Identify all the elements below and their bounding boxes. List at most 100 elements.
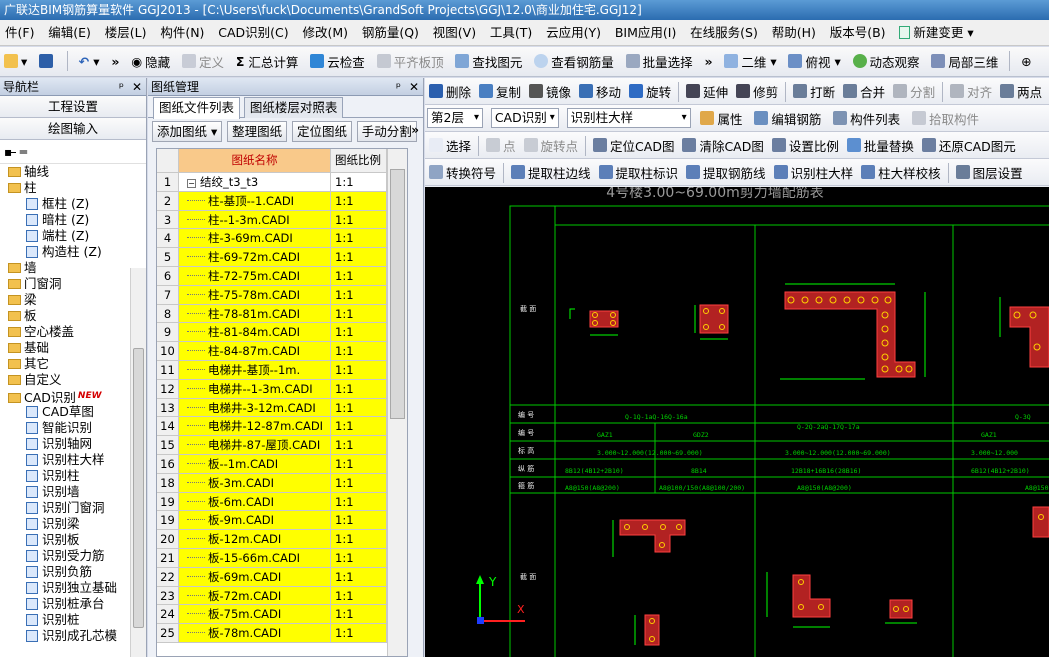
tree-item[interactable]: 识别板 <box>0 532 146 548</box>
menu-file[interactable]: 件(F) <box>0 20 39 45</box>
move-button[interactable]: 移动 <box>575 78 625 104</box>
copy-button[interactable]: 复制 <box>475 78 525 104</box>
table-row[interactable]: 5 柱-69-72m.CADI 1:1 <box>157 248 407 267</box>
floor-select[interactable]: 第2层 <box>427 108 483 128</box>
drawing-input-button[interactable]: 绘图输入 <box>0 118 146 140</box>
menu-rebar[interactable]: 钢筋量(Q) <box>357 20 424 45</box>
tree-folder[interactable]: 梁 <box>0 292 146 308</box>
menu-edit[interactable]: 编辑(E) <box>43 20 96 45</box>
tree-folder[interactable]: 轴线 <box>0 164 146 180</box>
extract-column-edge-button[interactable]: 提取柱边线 <box>507 159 595 185</box>
tree-item[interactable]: 识别梁 <box>0 516 146 532</box>
table-row[interactable]: 15 电梯井-87-屋顶.CADI 1:1 <box>157 436 407 455</box>
close-icon[interactable]: ✕ <box>132 78 142 95</box>
column-header-scale[interactable]: 图纸比例 <box>331 149 387 172</box>
view-rebar-qty-button[interactable]: 查看钢筋量 <box>530 47 618 75</box>
tree-item[interactable]: 识别墙 <box>0 484 146 500</box>
nav-scrollbar[interactable] <box>130 268 146 657</box>
menu-new-change[interactable]: 新建变更 ▾ <box>894 20 978 45</box>
table-row[interactable]: 11 电梯井-基顶--1m. 1:1 <box>157 360 407 380</box>
edit-rebar-button[interactable]: 编辑钢筋 <box>750 105 825 131</box>
locate-cad-button[interactable]: 定位CAD图 <box>589 132 678 158</box>
local-3d-button[interactable]: 局部三维 <box>927 47 1002 75</box>
table-row[interactable]: 25 板-78m.CADI 1:1 <box>157 624 407 643</box>
delete-button[interactable]: 删除 <box>425 78 475 104</box>
organize-drawing-button[interactable]: 整理图纸 <box>227 121 288 142</box>
tab-drawing-file-list[interactable]: 图纸文件列表 <box>153 97 241 119</box>
properties-button[interactable]: 属性 <box>696 105 746 131</box>
extract-column-label-button[interactable]: 提取柱标识 <box>595 159 683 185</box>
mode-select[interactable]: CAD识别 <box>490 108 559 128</box>
tree-folder[interactable]: CAD识别 NEW <box>0 388 146 405</box>
component-list-button[interactable]: 构件列表 <box>829 105 904 131</box>
table-row[interactable]: 21 板-15-66m.CADI 1:1 <box>157 548 407 568</box>
tree-item[interactable]: 识别受力筋 <box>0 548 146 564</box>
point-button[interactable]: 点 <box>482 132 520 158</box>
two-point-button[interactable]: 两点 <box>996 78 1046 104</box>
tree-item[interactable]: 识别桩 <box>0 612 146 628</box>
summary-calc-button[interactable]: Σ 汇总计算 <box>232 47 303 75</box>
zoom-all-button[interactable]: ⊕ <box>1017 47 1035 75</box>
tree-item[interactable]: 智能识别 <box>0 420 146 436</box>
toolbar-overflow-icon-2[interactable]: » <box>700 47 716 75</box>
clear-cad-button[interactable]: 清除CAD图 <box>678 132 767 158</box>
tree-item[interactable]: 识别桩承台 <box>0 596 146 612</box>
collapse-icon[interactable]: − <box>187 179 196 188</box>
2d-view-button[interactable]: 二维 ▾ <box>720 47 780 75</box>
table-row[interactable]: 19 板-9m.CADI 1:1 <box>157 511 407 531</box>
tree-folder[interactable]: 板 <box>0 308 146 324</box>
align-slab-top-button[interactable]: 平齐板顶 <box>373 47 448 75</box>
select-button[interactable]: 选择 <box>425 132 475 158</box>
table-scrollbar[interactable] <box>387 149 407 656</box>
batch-select-button[interactable]: 批量选择 <box>622 47 697 75</box>
table-row[interactable]: 10 柱-84-87m.CADI 1:1 <box>157 342 407 361</box>
tree-item[interactable]: 识别成孔芯模 <box>0 628 146 644</box>
table-row[interactable]: 6 柱-72-75m.CADI 1:1 <box>157 266 407 286</box>
table-row[interactable]: 24 板-75m.CADI 1:1 <box>157 605 407 625</box>
action-select[interactable]: 识别柱大样 <box>566 108 691 128</box>
dynamic-orbit-button[interactable]: 动态观察 <box>849 47 924 75</box>
tree-item[interactable]: 识别负筋 <box>0 564 146 580</box>
tab-drawing-floor-map[interactable]: 图纸楼层对照表 <box>243 97 344 118</box>
extend-button[interactable]: 延伸 <box>682 78 732 104</box>
convert-symbol-button[interactable]: 转换符号 <box>425 159 500 185</box>
tools-overflow-icon[interactable]: » <box>411 123 419 137</box>
layer-settings-button[interactable]: 图层设置 <box>952 159 1027 185</box>
table-scrollbar-thumb[interactable] <box>390 169 405 419</box>
toolbar-overflow-icon[interactable]: » <box>107 47 123 75</box>
table-row[interactable]: 2 柱-基顶--1.CADI 1:1 <box>157 191 407 211</box>
table-row[interactable]: 20 板-12m.CADI 1:1 <box>157 530 407 549</box>
hide-button[interactable]: ◉ 隐藏 <box>127 47 174 75</box>
batch-replace-button[interactable]: 批量替换 <box>843 132 918 158</box>
tree-folder[interactable]: 自定义 <box>0 372 146 388</box>
find-element-button[interactable]: 查找图元 <box>451 47 526 75</box>
table-row[interactable]: 22 板-69m.CADI 1:1 <box>157 567 407 587</box>
locate-drawing-button[interactable]: 定位图纸 <box>291 121 352 142</box>
tree-item[interactable]: CAD草图 <box>0 404 146 420</box>
table-row[interactable]: 4 柱-3-69m.CADI 1:1 <box>157 229 407 249</box>
menu-view[interactable]: 视图(V) <box>428 20 481 45</box>
manual-split-button[interactable]: 手动分割 <box>356 121 417 142</box>
pin-icon[interactable]: ᵖ <box>119 78 124 95</box>
rotate-button[interactable]: 旋转 <box>625 78 675 104</box>
table-row[interactable]: 13 电梯井-3-12m.CADI 1:1 <box>157 398 407 418</box>
table-row[interactable]: 12 电梯井--1-3m.CADI 1:1 <box>157 379 407 399</box>
pin-icon[interactable]: ᵖ <box>396 78 401 95</box>
menu-bim[interactable]: BIM应用(I) <box>610 20 682 45</box>
mirror-button[interactable]: 镜像 <box>525 78 575 104</box>
table-row[interactable]: 8 柱-78-81m.CADI 1:1 <box>157 304 407 324</box>
tree-folder[interactable]: 基础 <box>0 340 146 356</box>
tree-item[interactable]: 端柱 (Z) <box>0 228 146 244</box>
menu-cad[interactable]: CAD识别(C) <box>213 20 293 45</box>
cad-canvas[interactable]: 4号楼3.00~69.00m剪力墙配筋表 截 面 编 号 编 号 标 高 纵 筋… <box>425 187 1049 657</box>
set-scale-button[interactable]: 设置比例 <box>768 132 843 158</box>
column-header-name[interactable]: 图纸名称 <box>179 149 331 172</box>
menu-help[interactable]: 帮助(H) <box>767 20 821 45</box>
close-icon[interactable]: ✕ <box>409 78 419 95</box>
table-row[interactable]: 3 柱--1-3m.CADI 1:1 <box>157 210 407 230</box>
column-detail-check-button[interactable]: 柱大样校核 <box>857 159 945 185</box>
save-button[interactable] <box>35 47 60 75</box>
menu-version[interactable]: 版本号(B) <box>825 20 891 45</box>
add-drawing-button[interactable]: 添加图纸 ▾ <box>152 121 223 142</box>
menu-cloud[interactable]: 云应用(Y) <box>541 20 606 45</box>
